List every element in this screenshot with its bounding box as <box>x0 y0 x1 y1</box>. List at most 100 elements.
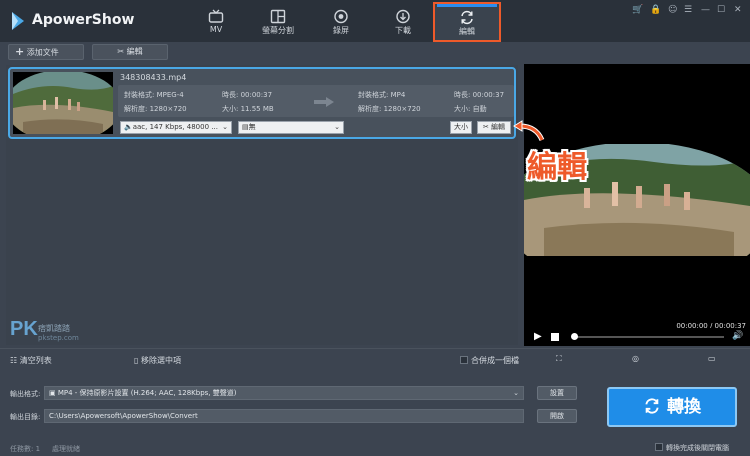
video-thumbnail[interactable] <box>13 72 113 134</box>
file-info-panel: 封裝格式: MPEG-4 時長: 00:00:37 解析度: 1280×720 … <box>118 85 514 117</box>
output-dir-input[interactable]: C:\Users\Apowersoft\ApowerShow\Convert <box>44 409 524 423</box>
scissors-icon: ✂ <box>117 47 125 56</box>
file-item[interactable]: 348308433.mp4 封裝格式: MPEG-4 時長: 00:00:37 … <box>8 67 516 139</box>
maximize-icon[interactable]: ☐ <box>717 5 725 15</box>
play-icon[interactable]: ▶ <box>534 331 542 342</box>
tab-mv-label: MV <box>209 25 223 34</box>
status-text: 處理就緒 <box>52 445 80 453</box>
list-icon: ☷ <box>10 356 18 365</box>
checkbox-icon <box>655 443 663 451</box>
source-format: 封裝格式: MPEG-4 <box>124 91 184 99</box>
tab-download-label: 下載 <box>395 26 411 35</box>
source-size: 大小: 11.55 MB <box>222 105 274 113</box>
toolbar: + 添加文件 ✂ 編輯 <box>0 42 750 62</box>
seek-handle[interactable] <box>571 333 578 340</box>
output-format-value: MP4 - 保持原影片設置 (H.264; AAC, 128Kbps, 雙聲道) <box>57 389 237 397</box>
shutdown-label: 轉換完成後關閉電腦 <box>666 444 729 452</box>
status-bar: 任務數: 1 處理就緒 轉換完成後關閉電腦 <box>0 441 750 456</box>
tab-mv[interactable]: MV <box>188 0 244 42</box>
refresh-icon <box>461 10 473 25</box>
lock-icon[interactable]: 🔒 <box>650 5 661 15</box>
annotation-label: 編輯 <box>527 150 587 185</box>
apowershow-logo-icon <box>12 12 24 30</box>
tv-icon <box>208 9 224 23</box>
source-resolution: 解析度: 1280×720 <box>124 105 187 113</box>
menu-icon[interactable]: ☰ <box>684 5 692 15</box>
add-file-label: 添加文件 <box>26 48 59 57</box>
audio-track-select[interactable]: 🔈aac, 147 Kbps, 48000 ... ⌄ <box>120 121 232 134</box>
chevron-down-icon: ⌄ <box>334 123 340 131</box>
subtitle-icon: ▤ <box>242 123 249 131</box>
edit-button[interactable]: ✂ 編輯 <box>92 44 168 60</box>
scissors-icon: ✂ <box>482 123 489 131</box>
annotation-arrow-icon <box>513 120 545 142</box>
document-icon: ▯ <box>134 356 139 365</box>
minimize-icon[interactable]: — <box>701 5 710 15</box>
subtitle-value: 無 <box>248 123 256 131</box>
film-icon: ▣ <box>49 389 56 397</box>
app-name: ApowerShow <box>32 12 135 28</box>
item-edit-label: 編輯 <box>491 123 506 131</box>
action-bar: ☷ 清空列表 ▯ 移除選中項 合併成一個檔 ⛶ ◎ ▭ <box>0 348 750 372</box>
screenshot-icon[interactable]: ⛶ <box>556 354 562 364</box>
thumbnail-image <box>13 72 113 134</box>
target-duration: 時長: 00:00:37 <box>454 91 505 99</box>
settings-button[interactable]: 設置 <box>537 386 577 400</box>
tab-edit-label: 編輯 <box>459 27 475 36</box>
tab-split-screen[interactable]: 螢幕分割 <box>250 0 306 42</box>
speaker-icon: 🔈 <box>124 123 133 131</box>
remove-selected-label: 移除選中項 <box>140 356 181 365</box>
volume-icon[interactable]: 🔊 <box>732 331 743 341</box>
output-format-label: 輸出格式: <box>10 390 41 398</box>
target-size: 大小: 自動 <box>454 105 487 113</box>
output-dir-label: 輸出目錄: <box>10 413 41 421</box>
split-screen-icon <box>270 9 286 24</box>
stop-icon[interactable] <box>551 333 559 341</box>
add-file-button[interactable]: + 添加文件 <box>8 44 84 60</box>
clear-list-label: 清空列表 <box>19 356 52 365</box>
tab-record[interactable]: 錄屏 <box>313 0 369 42</box>
plus-icon: + <box>15 45 25 58</box>
seek-bar[interactable] <box>574 336 724 338</box>
size-button[interactable]: 大小 <box>450 121 472 134</box>
convert-button[interactable]: 轉換 <box>607 387 737 427</box>
clear-list-button[interactable]: ☷ 清空列表 <box>10 355 52 366</box>
watermark-logo: PK <box>10 318 38 340</box>
target-format: 封裝格式: MP4 <box>358 91 406 99</box>
checkbox-icon <box>460 356 468 364</box>
edit-button-label: 編輯 <box>126 47 143 56</box>
open-folder-button[interactable]: 開啟 <box>537 409 577 423</box>
tab-download[interactable]: 下載 <box>375 0 431 42</box>
arrow-right-icon <box>314 97 334 107</box>
watermark-text: 痞凱踏踏 <box>38 324 70 333</box>
tab-record-label: 錄屏 <box>333 26 349 35</box>
task-count: 任務數: 1 <box>10 445 41 453</box>
shutdown-checkbox[interactable]: 轉換完成後關閉電腦 <box>655 443 729 453</box>
file-name: 348308433.mp4 <box>120 73 187 82</box>
remove-selected-button[interactable]: ▯ 移除選中項 <box>134 355 181 366</box>
download-icon <box>396 9 410 24</box>
record-icon <box>334 9 348 24</box>
output-format-select[interactable]: ▣ MP4 - 保持原影片設置 (H.264; AAC, 128Kbps, 雙聲… <box>44 386 524 400</box>
merge-checkbox[interactable]: 合併成一個檔 <box>460 355 519 366</box>
tab-edit[interactable]: 編輯 <box>433 2 501 42</box>
chevron-down-icon: ⌄ <box>513 389 519 397</box>
cart-icon[interactable]: 🛒 <box>632 5 643 15</box>
tab-split-screen-label: 螢幕分割 <box>262 26 294 35</box>
subtitle-select[interactable]: ▤無 ⌄ <box>238 121 344 134</box>
player-controls: ▶ 🔊 <box>524 328 750 346</box>
target-resolution: 解析度: 1280×720 <box>358 105 421 113</box>
convert-label: 轉換 <box>667 397 701 417</box>
refresh-icon <box>645 398 659 414</box>
file-list: 348308433.mp4 封裝格式: MPEG-4 時長: 00:00:37 … <box>6 65 518 345</box>
close-icon[interactable]: ✕ <box>734 5 742 15</box>
video-preview[interactable]: 00:00:00 / 00:00:37 <box>524 64 750 346</box>
user-icon[interactable]: ☺ <box>668 5 677 15</box>
merge-label: 合併成一個檔 <box>471 356 519 365</box>
camera-icon[interactable]: ◎ <box>632 354 639 363</box>
watermark-url: pkstep.com <box>38 334 79 342</box>
folder-icon[interactable]: ▭ <box>708 354 716 363</box>
title-bar: ApowerShow MV 螢幕分割 錄屏 下載 編輯 🛒 🔒 ☺ ☰ — ☐ … <box>0 0 750 42</box>
item-edit-button[interactable]: ✂ 編輯 <box>477 121 511 134</box>
source-duration: 時長: 00:00:37 <box>222 91 273 99</box>
